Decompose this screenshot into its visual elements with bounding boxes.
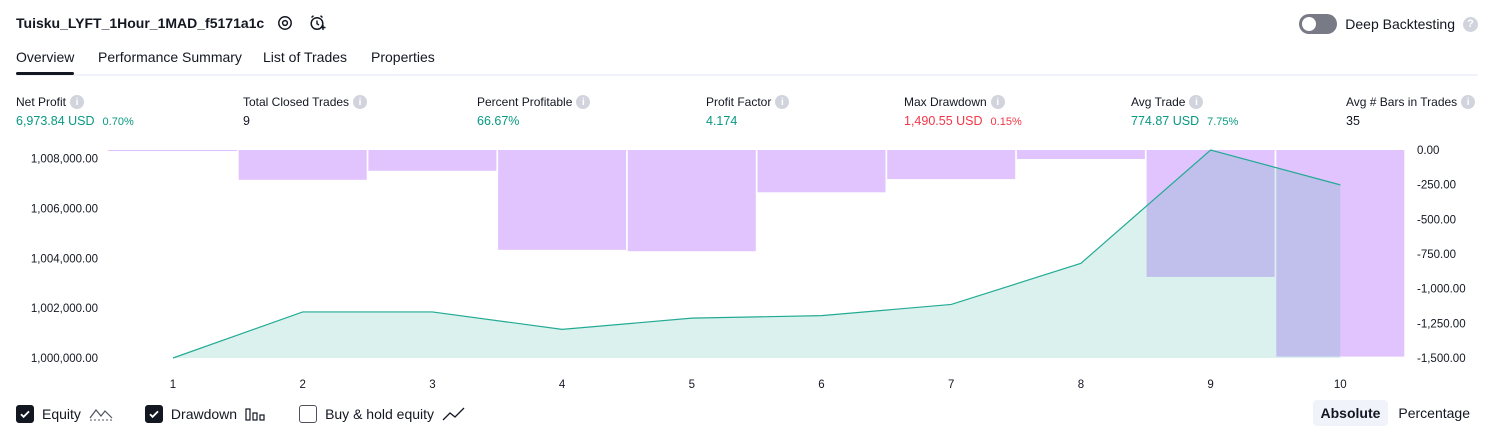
x-axis-tick-label: 4 [559, 379, 566, 391]
legend-label: Buy & hold equity [325, 406, 435, 422]
deep-backtesting-control: Deep Backtesting ? [1299, 13, 1478, 35]
percentage-button[interactable]: Percentage [1390, 400, 1478, 426]
x-axis-tick-label: 8 [1078, 379, 1084, 391]
buy-hold-line-icon [442, 407, 465, 421]
metric-total-closed-trades: Total Closed Trades i 9 [243, 94, 368, 128]
metric-label: Net Profit [16, 95, 67, 109]
drawdown-bar [238, 150, 367, 180]
drawdown-bar [887, 150, 1016, 180]
x-axis: 1 2 3 4 5 6 7 8 9 10 [170, 379, 1347, 391]
drawdown-bar [368, 150, 497, 171]
info-icon[interactable]: i [1189, 95, 1204, 109]
metric-net-profit: Net Profit i 6,973.84 USD 0.70% [16, 94, 134, 128]
equity-series-icon [89, 409, 113, 421]
right-axis-tick-label: -1,250.00 [1417, 318, 1466, 330]
tab-properties[interactable]: Properties [371, 49, 435, 65]
drawdown-bars-icon [245, 408, 265, 421]
help-icon[interactable]: ? [1463, 16, 1478, 32]
x-axis-tick-label: 5 [689, 379, 695, 391]
drawdown-bar [498, 150, 627, 250]
metric-label: Avg # Bars in Trades [1346, 95, 1458, 109]
metric-value: 9 [243, 114, 250, 128]
legend-label: Equity [42, 406, 81, 422]
metric-percent-profitable: Percent Profitable i 66.67% [477, 94, 591, 128]
metric-value: 1,490.55 USD [904, 114, 983, 128]
right-axis-tick-label: -1,000.00 [1417, 284, 1466, 296]
left-axis-tick-label: 1,006,000.00 [31, 204, 98, 216]
equity-drawdown-chart: 1,000,000.00 1,002,000.00 1,004,000.00 1,00… [31, 145, 1466, 391]
add-alert-icon[interactable] [308, 13, 328, 33]
metric-percent: 7.75% [1207, 116, 1239, 128]
equity-checkbox[interactable] [16, 405, 34, 423]
x-axis-tick-label: 10 [1334, 379, 1347, 391]
report-header: Tuisku_LYFT_1Hour_1MAD_f5171a1c Deep Bac… [16, 10, 1478, 38]
left-axis-tick-label: 1,008,000.00 [31, 154, 98, 166]
right-axis-tick-label: -250.00 [1417, 180, 1456, 192]
metric-label: Total Closed Trades [243, 95, 350, 109]
scale-toggle: Absolute Percentage [1312, 400, 1479, 426]
deep-backtesting-label: Deep Backtesting [1345, 16, 1455, 32]
legend-drawdown[interactable]: Drawdown [144, 405, 267, 423]
info-icon[interactable]: i [775, 95, 790, 109]
drawdown-bar [757, 150, 886, 193]
info-icon[interactable]: i [990, 95, 1005, 109]
settings-icon[interactable] [275, 13, 295, 33]
metric-label: Percent Profitable [477, 95, 573, 109]
metric-value: 66.67% [477, 114, 520, 128]
x-axis-tick-label: 2 [299, 379, 305, 391]
info-icon[interactable]: i [353, 95, 368, 109]
metric-label: Profit Factor [706, 95, 772, 109]
legend-label: Drawdown [170, 406, 238, 422]
tab-performance-summary[interactable]: Performance Summary [98, 49, 242, 65]
legend-buy-hold[interactable]: Buy & hold equity [299, 405, 466, 423]
tab-list-of-trades[interactable]: List of Trades [263, 49, 347, 65]
left-axis-tick-label: 1,002,000.00 [31, 303, 98, 315]
x-axis-tick-label: 9 [1207, 379, 1213, 391]
drawdown-bar [108, 150, 237, 151]
metric-avg-trade: Avg Trade i 774.87 USD 7.75% [1131, 94, 1238, 128]
info-icon[interactable]: i [576, 95, 591, 109]
x-axis-tick-label: 3 [429, 379, 435, 391]
metric-value: 6,973.84 USD [16, 114, 95, 128]
drawdown-checkbox[interactable] [144, 405, 163, 423]
buy-hold-checkbox[interactable] [299, 405, 318, 423]
toggle-knob [1302, 17, 1317, 31]
metric-percent: 0.15% [990, 116, 1022, 128]
metric-label: Max Drawdown [904, 95, 987, 109]
info-icon[interactable]: i [70, 95, 85, 109]
legend-equity[interactable]: Equity [16, 405, 113, 423]
drawdown-bar [1016, 150, 1145, 160]
metric-percent: 0.70% [102, 116, 134, 128]
metric-label: Avg Trade [1131, 95, 1186, 109]
x-axis-tick-label: 1 [170, 379, 176, 391]
left-axis: 1,000,000.00 1,002,000.00 1,004,000.00 1,00… [31, 154, 98, 365]
metric-value: 35 [1346, 114, 1360, 128]
right-axis-tick-label: -1,500.00 [1417, 353, 1466, 365]
left-axis-tick-label: 1,000,000.00 [31, 353, 98, 365]
info-icon[interactable]: i [1461, 95, 1476, 109]
drawdown-bar [627, 150, 756, 252]
metric-avg-bars-in-trades: Avg # Bars in Trades i 35 [1346, 94, 1476, 128]
metric-profit-factor: Profit Factor i 4.174 [706, 94, 790, 128]
left-axis-tick-label: 1,004,000.00 [31, 253, 98, 265]
right-axis-tick-label: 0.00 [1417, 145, 1439, 157]
metric-max-drawdown: Max Drawdown i 1,490.55 USD 0.15% [904, 94, 1022, 128]
metric-value: 774.87 USD [1131, 114, 1200, 128]
chart-legend: Equity Drawdown Buy & hold equity [16, 403, 498, 425]
absolute-button[interactable]: Absolute [1312, 400, 1389, 426]
right-axis-tick-label: -750.00 [1417, 249, 1456, 261]
report-tabs: Overview Performance Summary List of Tra… [16, 44, 1478, 76]
tab-overview[interactable]: Overview [16, 49, 75, 75]
deep-backtesting-toggle[interactable] [1299, 14, 1338, 34]
metric-value: 4.174 [706, 114, 738, 128]
right-axis: 0.00 -250.00 -500.00 -750.00 -1,000.00 -1,250… [1417, 145, 1466, 365]
x-axis-tick-label: 6 [818, 379, 824, 391]
x-axis-tick-label: 7 [948, 379, 954, 391]
strategy-title: Tuisku_LYFT_1Hour_1MAD_f5171a1c [16, 15, 265, 31]
right-axis-tick-label: -500.00 [1417, 214, 1456, 226]
